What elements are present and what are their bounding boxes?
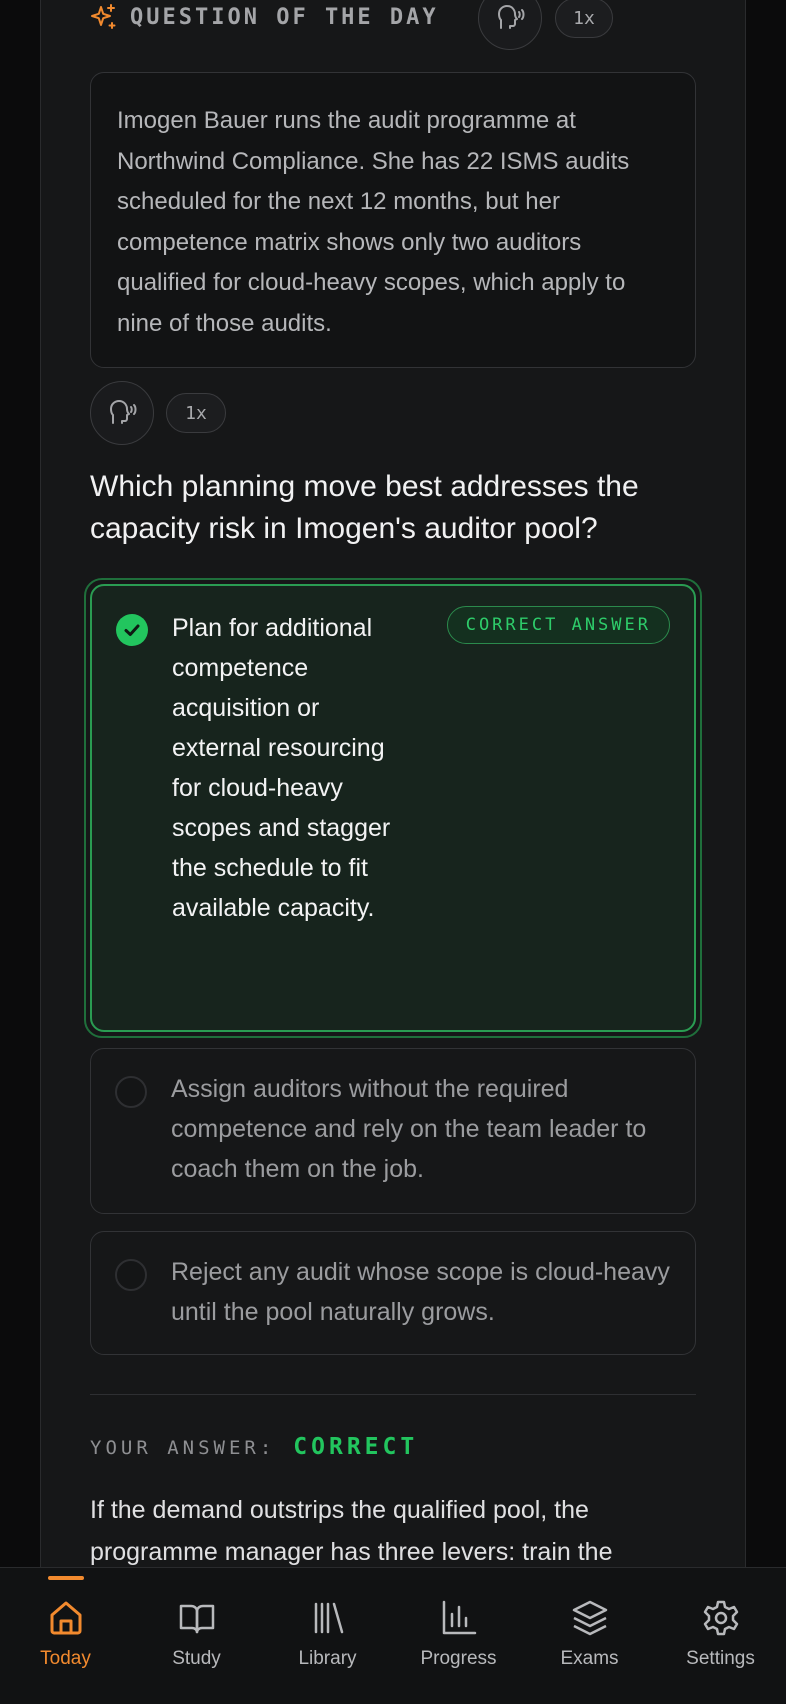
answer-option-text: Plan for additional competence acquisiti…	[172, 614, 391, 922]
tab-label: Progress	[420, 1648, 497, 1669]
checkmark-icon	[116, 614, 148, 646]
tab-exams[interactable]: Exams	[524, 1568, 655, 1704]
tab-library[interactable]: Library	[262, 1568, 393, 1704]
divider	[90, 1394, 696, 1395]
speaker-head-icon	[498, 5, 525, 29]
your-answer-label: YOUR ANSWER:	[90, 1437, 276, 1459]
home-icon	[50, 1601, 81, 1635]
qotd-title: QUESTION OF THE DAY	[130, 4, 439, 30]
answer-option[interactable]: Assign auditors without the required com…	[90, 1048, 696, 1214]
question-of-the-day-screen: QUESTION OF THE DAY 1x Imogen Bauer runs…	[0, 0, 786, 1704]
tab-label: Library	[298, 1648, 357, 1669]
scenario-text: Imogen Bauer runs the audit programme at…	[117, 107, 630, 337]
tab-label: Study	[172, 1648, 221, 1669]
answer-option-text: Assign auditors without the required com…	[171, 1075, 647, 1183]
answer-option[interactable]: Reject any audit whose scope is cloud-he…	[90, 1231, 696, 1355]
gear-icon	[703, 1600, 738, 1636]
answer-option-text: Reject any audit whose scope is cloud-he…	[171, 1258, 670, 1326]
tab-today[interactable]: Today	[0, 1568, 131, 1704]
radio-empty-icon	[115, 1259, 147, 1291]
scenario-speed-toggle[interactable]: 1x	[166, 393, 226, 433]
tab-study[interactable]: Study	[131, 1568, 262, 1704]
speed-toggle[interactable]: 1x	[555, 0, 613, 38]
answer-option-correct-inner: Plan for additional competence acquisiti…	[90, 584, 696, 1032]
bar-chart-icon	[442, 1600, 476, 1635]
radio-empty-icon	[115, 1076, 147, 1108]
sparkle-icon	[91, 4, 116, 29]
qotd-header: QUESTION OF THE DAY	[90, 0, 439, 34]
library-icon	[314, 1602, 343, 1634]
tab-label: Settings	[686, 1648, 755, 1669]
scenario-box: Imogen Bauer runs the audit programme at…	[90, 72, 696, 368]
tab-progress[interactable]: Progress	[393, 1568, 524, 1704]
layers-icon	[572, 1600, 607, 1636]
bottom-tab-bar: Today Study Library Progress Exams Setti…	[0, 1567, 786, 1704]
active-tab-indicator	[48, 1576, 84, 1580]
listen-scenario-button[interactable]	[90, 381, 154, 445]
book-icon	[179, 1604, 214, 1634]
your-answer-row: YOUR ANSWER: CORRECT	[90, 1434, 418, 1460]
your-answer-result: CORRECT	[293, 1434, 419, 1460]
question-text: Which planning move best addresses the c…	[90, 470, 639, 545]
tab-label: Today	[40, 1648, 91, 1669]
answer-option-correct[interactable]: Plan for additional competence acquisiti…	[84, 578, 702, 1038]
tab-settings[interactable]: Settings	[655, 1568, 786, 1704]
explanation-text: If the demand outstrips the qualified po…	[90, 1496, 613, 1566]
tab-label: Exams	[560, 1648, 619, 1669]
speaker-head-icon	[110, 400, 137, 424]
correct-answer-badge: CORRECT ANSWER	[446, 606, 670, 644]
